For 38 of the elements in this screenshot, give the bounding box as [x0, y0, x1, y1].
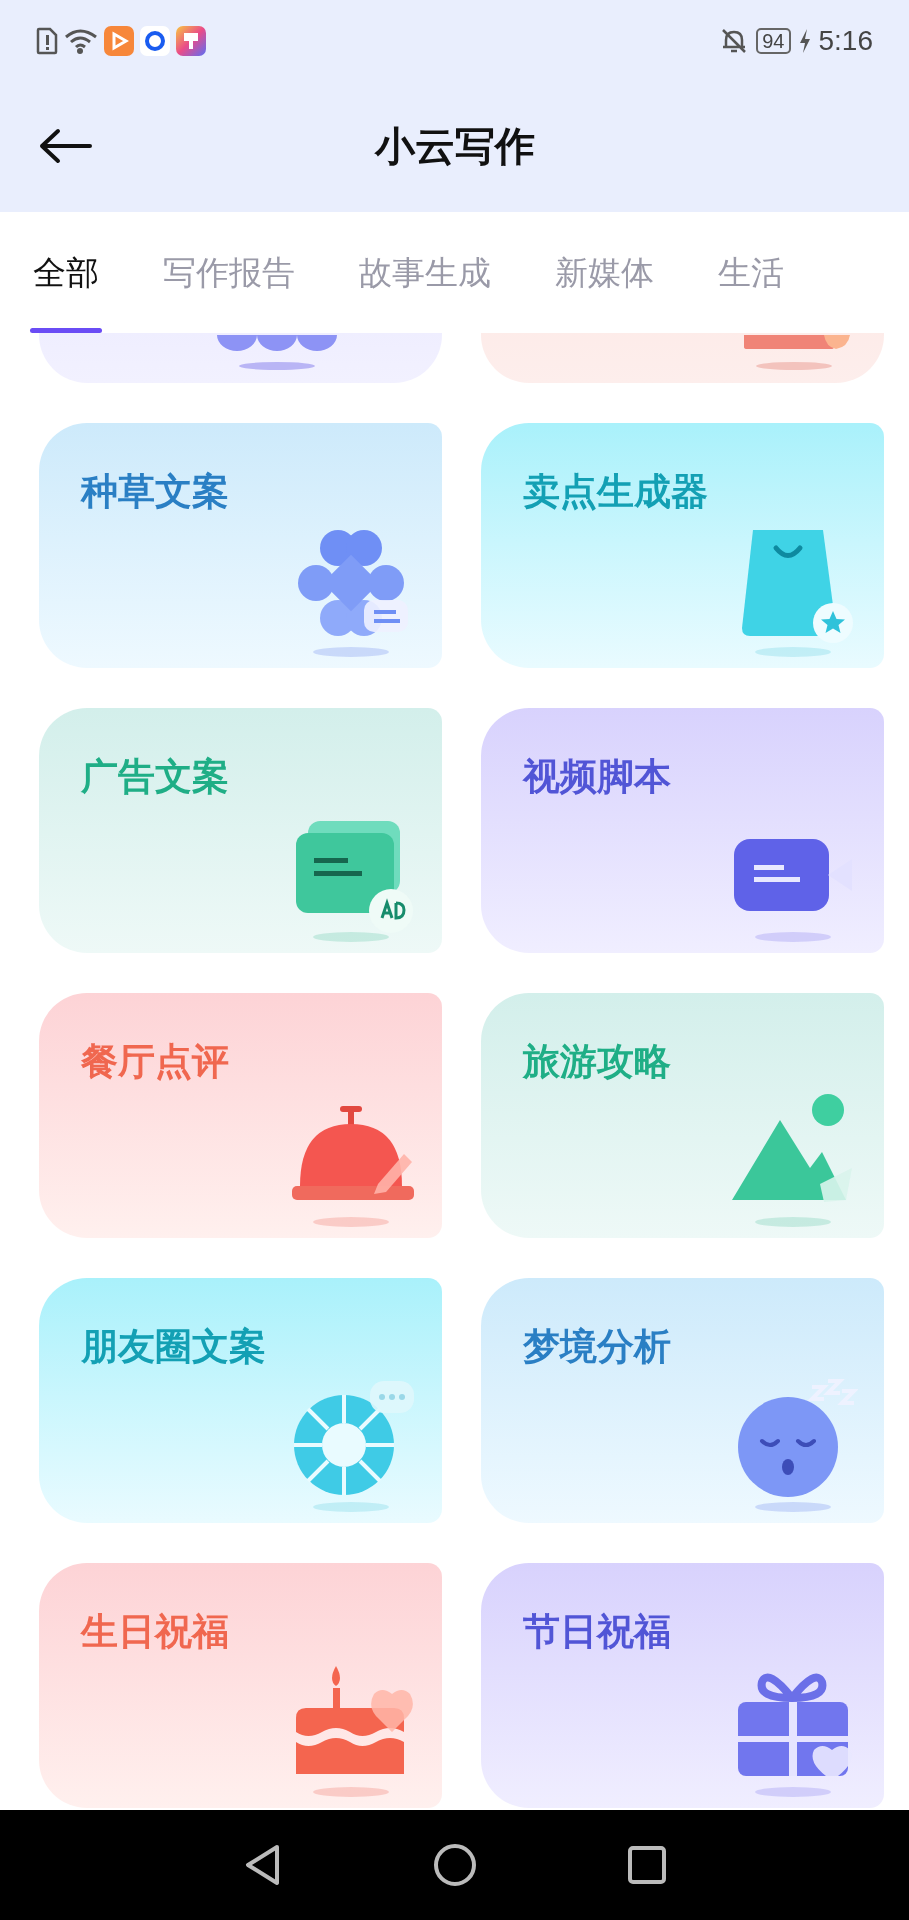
card-title: 梦境分析: [523, 1328, 672, 1365]
recent-apps-icon[interactable]: [626, 1845, 667, 1885]
feature-card[interactable]: 梦境分析: [481, 1278, 884, 1523]
card-title: 种草文案: [81, 473, 230, 510]
feature-card[interactable]: 视频脚本: [481, 708, 884, 953]
app-icon: [176, 26, 206, 56]
feature-card[interactable]: 餐厅点评: [39, 993, 442, 1238]
sim-alert-icon: [36, 27, 58, 55]
page-title: 小云写作: [374, 123, 535, 170]
card-title: 生日祝福: [81, 1613, 230, 1650]
category-tab[interactable]: 写作报告: [163, 212, 295, 333]
card-title: 节日祝福: [523, 1613, 672, 1650]
battery-level: 94: [756, 28, 791, 54]
category-tab[interactable]: 全部: [33, 212, 99, 333]
card-title: 餐厅点评: [81, 1043, 230, 1080]
category-tab[interactable]: 新媒体: [555, 212, 654, 333]
feature-card[interactable]: 生日祝福: [39, 1563, 442, 1808]
card-title: 朋友圈文案: [81, 1328, 267, 1365]
category-tab[interactable]: 生活: [718, 212, 784, 333]
charging-icon: [798, 28, 811, 54]
app-icon: [104, 26, 134, 56]
feature-card[interactable]: 广告文案: [39, 708, 442, 953]
card-title: 视频脚本: [523, 758, 672, 795]
feature-card[interactable]: 节日祝福: [481, 1563, 884, 1808]
feature-card[interactable]: 卖点生成器: [481, 423, 884, 668]
card-title: 卖点生成器: [523, 473, 709, 510]
clock-time: 5:16: [818, 24, 873, 58]
home-icon[interactable]: [432, 1843, 477, 1887]
tab-indicator: [30, 328, 102, 333]
feature-card[interactable]: 种草文案: [39, 423, 442, 668]
feature-card[interactable]: 旅游攻略: [481, 993, 884, 1238]
feature-card[interactable]: 朋友圈文案: [39, 1278, 442, 1523]
card-title: 旅游攻略: [523, 1043, 672, 1080]
wifi-icon: [64, 27, 98, 55]
app-icon: [140, 26, 170, 56]
category-tab[interactable]: 故事生成: [359, 212, 491, 333]
card-title: 广告文案: [81, 758, 230, 795]
back-arrow-icon: [38, 128, 92, 164]
